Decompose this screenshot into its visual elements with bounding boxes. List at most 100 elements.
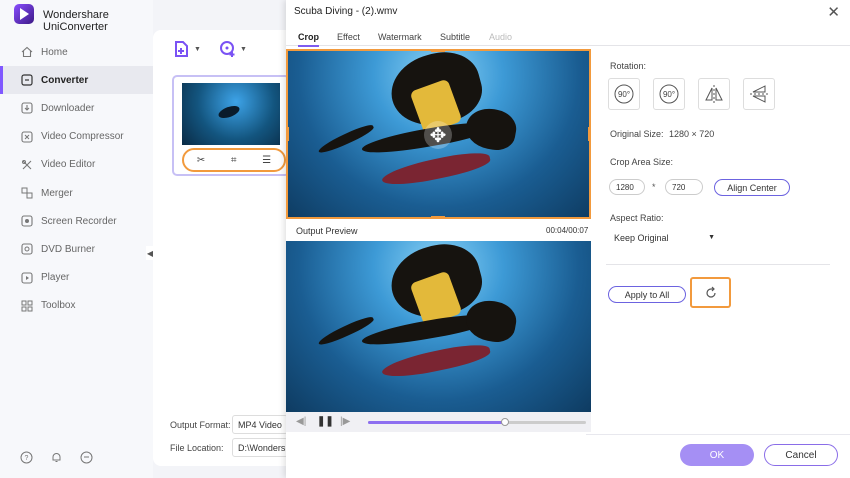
previous-frame-icon[interactable]: ◀| bbox=[296, 416, 306, 427]
rotate-right-button[interactable]: 90° bbox=[653, 78, 685, 110]
video-thumbnail[interactable] bbox=[182, 83, 280, 145]
progress-slider[interactable] bbox=[368, 418, 586, 426]
file-location-field[interactable]: D:\Wondershare bbox=[232, 438, 288, 457]
rotate-left-button[interactable]: 90° bbox=[608, 78, 640, 110]
output-format-label: Output Format: bbox=[170, 420, 231, 430]
sidebar-item-player[interactable]: Player bbox=[0, 264, 153, 292]
sidebar-item-dvd-burner[interactable]: DVD Burner bbox=[0, 235, 153, 263]
chevron-down-icon: ▼ bbox=[708, 234, 715, 241]
dvd-icon bbox=[20, 243, 33, 256]
sidebar-item-downloader[interactable]: Downloader bbox=[0, 94, 153, 122]
sidebar-bottom-icons: ? bbox=[19, 450, 93, 464]
close-icon[interactable]: ✕ bbox=[827, 3, 840, 21]
sidebar-item-label: Screen Recorder bbox=[41, 215, 117, 227]
original-size-label: Original Size: bbox=[610, 129, 664, 139]
progress-fill bbox=[368, 421, 506, 424]
sidebar-item-screen-recorder[interactable]: Screen Recorder bbox=[0, 207, 153, 235]
sidebar-item-label: Video Editor bbox=[41, 159, 96, 171]
edit-tools: ✂ ⌗ ☰ bbox=[182, 148, 286, 172]
crop-icon[interactable]: ⌗ bbox=[231, 155, 237, 166]
crop-handle-top[interactable] bbox=[431, 49, 445, 52]
trim-icon[interactable]: ✂ bbox=[197, 155, 205, 166]
reset-button[interactable] bbox=[690, 277, 731, 308]
add-file-icon bbox=[175, 41, 188, 57]
play-icon bbox=[20, 271, 33, 284]
sidebar-item-label: Video Compressor bbox=[41, 131, 124, 143]
svg-text:?: ? bbox=[24, 455, 28, 462]
times-sign: * bbox=[652, 182, 656, 192]
file-card[interactable]: ✂ ⌗ ☰ bbox=[172, 75, 290, 176]
record-icon bbox=[20, 215, 33, 228]
crop-width-input[interactable] bbox=[609, 179, 645, 195]
sidebar-item-toolbox[interactable]: Toolbox bbox=[0, 292, 153, 320]
crop-handle-right[interactable] bbox=[588, 127, 591, 141]
crop-handle-left[interactable] bbox=[286, 127, 289, 141]
sidebar-item-converter[interactable]: Converter bbox=[0, 66, 153, 95]
tab-effect[interactable]: Effect bbox=[337, 32, 360, 42]
collapse-sidebar-button[interactable]: ◀ bbox=[146, 246, 154, 260]
output-format-select[interactable]: MP4 Video bbox=[232, 415, 288, 434]
rotation-label: Rotation: bbox=[610, 61, 647, 71]
sidebar-item-video-compressor[interactable]: Video Compressor bbox=[0, 123, 153, 151]
sidebar-item-label: Downloader bbox=[41, 102, 95, 114]
home-icon bbox=[20, 46, 33, 59]
thumbnail-diver bbox=[216, 103, 242, 121]
flip-horizontal-icon bbox=[705, 85, 723, 103]
tab-subtitle[interactable]: Subtitle bbox=[440, 32, 470, 42]
editor-tabs: Crop Effect Watermark Subtitle Audio bbox=[286, 29, 850, 47]
sidebar-nav: Home Converter Downloader Video Compress… bbox=[0, 38, 153, 320]
player-controls: ◀| ❚❚ |▶ bbox=[286, 412, 591, 432]
crop-dialog: Scuba Diving - (2).wmv ✕ Crop Effect Wat… bbox=[286, 0, 850, 478]
crop-height-input[interactable] bbox=[665, 179, 703, 195]
ok-button[interactable]: OK bbox=[680, 444, 754, 466]
add-files-button[interactable]: ▼ bbox=[173, 40, 201, 58]
feedback-icon[interactable] bbox=[79, 450, 93, 464]
crop-preview[interactable]: ✥ bbox=[286, 49, 591, 219]
tab-watermark[interactable]: Watermark bbox=[378, 32, 422, 42]
next-frame-icon[interactable]: |▶ bbox=[340, 416, 350, 427]
progress-knob[interactable] bbox=[501, 418, 510, 426]
help-icon[interactable]: ? bbox=[19, 450, 33, 464]
crop-area-label: Crop Area Size: bbox=[610, 157, 674, 167]
pause-icon[interactable]: ❚❚ bbox=[317, 416, 334, 427]
rotate-right-icon: 90° bbox=[659, 84, 679, 104]
original-size-value: 1280 × 720 bbox=[669, 129, 715, 139]
chevron-down-icon: ▼ bbox=[194, 45, 201, 53]
sidebar-item-home[interactable]: Home bbox=[0, 38, 153, 66]
tab-crop[interactable]: Crop bbox=[298, 32, 319, 47]
crop-handle-bottom[interactable] bbox=[431, 216, 445, 219]
sidebar-item-label: Home bbox=[41, 46, 68, 58]
effects-icon[interactable]: ☰ bbox=[262, 155, 271, 166]
aspect-ratio-select[interactable]: Keep Original ▼ bbox=[609, 230, 719, 245]
move-icon[interactable]: ✥ bbox=[424, 121, 452, 149]
flip-vertical-icon bbox=[750, 85, 768, 103]
aspect-ratio-value: Keep Original bbox=[614, 232, 669, 243]
dialog-title: Scuba Diving - (2).wmv bbox=[294, 6, 398, 17]
output-preview bbox=[286, 241, 591, 412]
sidebar-item-merger[interactable]: Merger bbox=[0, 179, 153, 207]
align-center-button[interactable]: Align Center bbox=[714, 179, 790, 196]
edit-icon bbox=[20, 158, 33, 171]
sidebar-item-video-editor[interactable]: Video Editor bbox=[0, 151, 153, 179]
rotate-left-icon: 90° bbox=[614, 84, 634, 104]
sidebar-item-label: Player bbox=[41, 272, 70, 284]
flip-vertical-button[interactable] bbox=[743, 78, 775, 110]
compress-icon bbox=[20, 130, 33, 143]
load-dvd-button[interactable]: ▼ bbox=[219, 40, 247, 58]
notification-bell-icon[interactable] bbox=[49, 450, 63, 464]
grid-icon bbox=[20, 299, 33, 312]
sidebar-item-label: DVD Burner bbox=[41, 243, 95, 255]
rotate-left-text: 90° bbox=[618, 90, 630, 99]
file-location-label: File Location: bbox=[170, 443, 224, 453]
cancel-button[interactable]: Cancel bbox=[764, 444, 838, 466]
converter-icon bbox=[20, 74, 33, 87]
aspect-ratio-label: Aspect Ratio: bbox=[610, 213, 664, 223]
tab-audio: Audio bbox=[489, 32, 513, 42]
sidebar: Wondershare UniConverter Home Converter … bbox=[0, 0, 153, 478]
flip-horizontal-button[interactable] bbox=[698, 78, 730, 110]
apply-to-all-button[interactable]: Apply to All bbox=[608, 286, 686, 303]
app-title: Wondershare UniConverter bbox=[43, 9, 109, 33]
app-logo bbox=[14, 4, 34, 24]
divider bbox=[606, 264, 830, 265]
rotate-right-text: 90° bbox=[663, 90, 675, 99]
